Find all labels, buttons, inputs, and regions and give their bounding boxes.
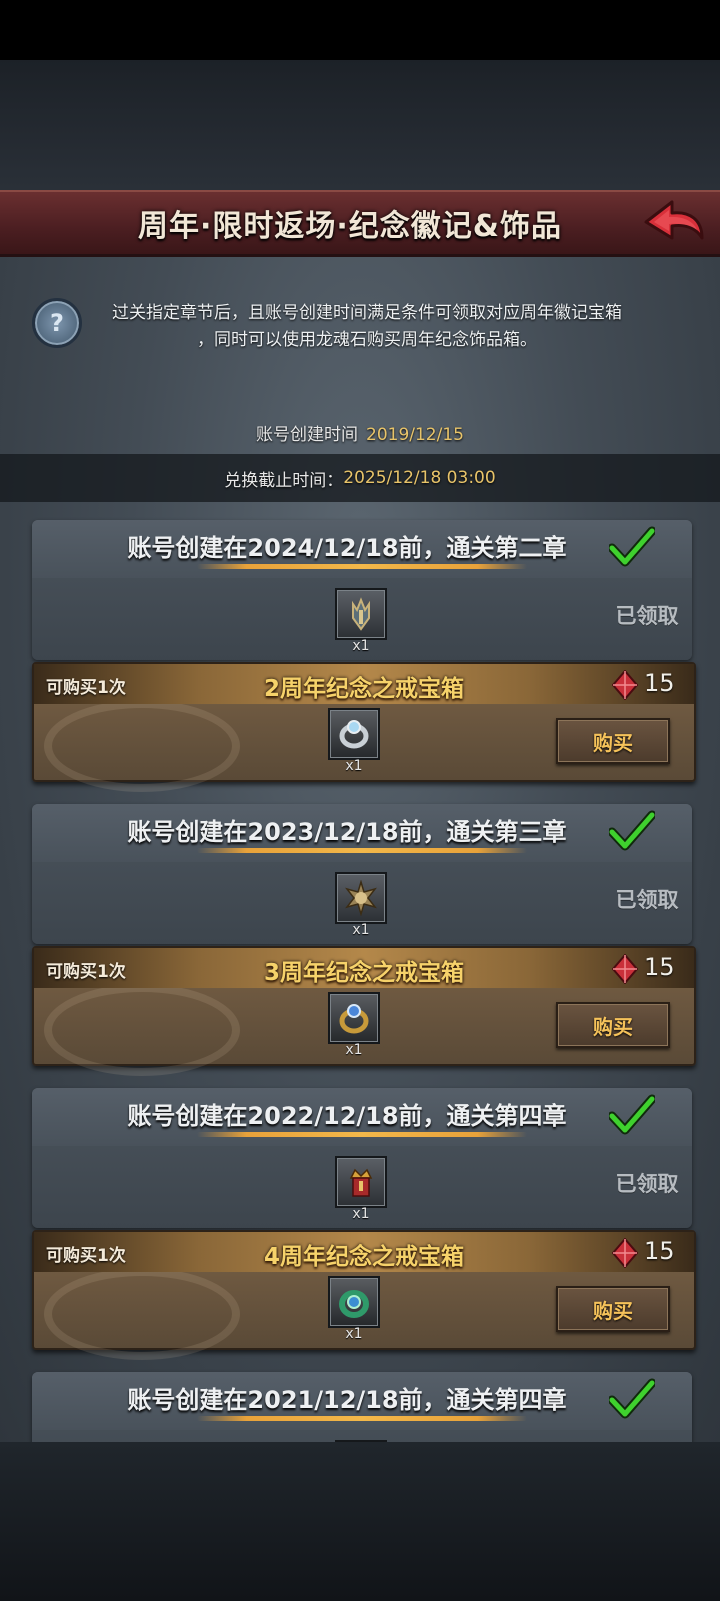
check-icon <box>609 526 655 567</box>
condition-header: 账号创建在2024/12/18前，通关第二章 <box>32 520 692 578</box>
deadline-value: 2025/12/18 03:00 <box>343 468 496 488</box>
condition-card: 账号创建在2021/12/18前，通关第四章 <box>32 1372 692 1442</box>
condition-card: 账号创建在2023/12/18前，通关第三章 x1 已领取 <box>32 804 692 944</box>
bottom-backdrop <box>0 1442 720 1601</box>
page-title: 周年·限时返场·纪念徽记&饰品 <box>138 209 562 244</box>
shop-card: 可购买1次 4周年纪念之戒宝箱 15 x1 购买 <box>32 1230 696 1360</box>
crown-emblem-icon[interactable] <box>335 1156 387 1208</box>
condition-card: 账号创建在2022/12/18前，通关第四章 x1 已领取 <box>32 1088 692 1228</box>
header-banner: 周年·限时返场·纪念徽记&饰品 <box>0 190 720 257</box>
price-value: 15 <box>644 1237 675 1265</box>
dragon-soul-gem-icon <box>612 670 638 700</box>
gold-ring-icon[interactable] <box>328 992 380 1044</box>
claimed-status: 已领取 <box>615 888 679 912</box>
shop-item-title: 4周年纪念之戒宝箱 <box>263 1244 464 1270</box>
check-icon <box>609 810 655 851</box>
condition-header: 账号创建在2021/12/18前，通关第四章 <box>32 1372 692 1430</box>
claimed-status: 已领取 <box>615 1172 679 1196</box>
condition-header: 账号创建在2023/12/18前，通关第三章 <box>32 804 692 862</box>
title-underline <box>197 848 527 853</box>
background-swirl <box>44 700 240 792</box>
shop-item-title: 2周年纪念之戒宝箱 <box>263 676 464 702</box>
create-time-label: 账号创建时间 <box>256 425 358 445</box>
item-quantity: x1 <box>352 922 370 938</box>
condition-title: 账号创建在2024/12/18前，通关第二章 <box>127 534 567 562</box>
claimed-status: 已领取 <box>615 604 679 628</box>
description-line-2: ，同时可以使用龙魂石购买周年纪念饰品箱。 <box>197 330 537 350</box>
trident-emblem-icon[interactable] <box>335 588 387 640</box>
dragon-soul-gem-icon <box>612 954 638 984</box>
background-swirl <box>44 1268 240 1360</box>
description-line-1: 过关指定章节后，且账号创建时间满足条件可领取对应周年徽记宝箱 <box>112 303 622 323</box>
item-quantity: x1 <box>345 1326 363 1342</box>
condition-title: 账号创建在2022/12/18前，通关第四章 <box>127 1102 567 1130</box>
check-icon <box>609 1094 655 1135</box>
shop-item-title: 3周年纪念之戒宝箱 <box>263 960 464 986</box>
dragon-soul-gem-icon <box>612 1238 638 1268</box>
condition-title: 账号创建在2021/12/18前，通关第四章 <box>127 1386 567 1414</box>
title-underline <box>197 564 527 569</box>
item-quantity: x1 <box>345 1042 363 1058</box>
buy-button[interactable]: 购买 <box>556 718 670 764</box>
price-value: 15 <box>644 953 675 981</box>
item-quantity: x1 <box>352 638 370 654</box>
back-arrow-icon[interactable] <box>642 198 706 248</box>
check-icon <box>609 1378 655 1419</box>
price-value: 15 <box>644 669 675 697</box>
title-underline <box>197 1132 527 1137</box>
condition-title: 账号创建在2023/12/18前，通关第三章 <box>127 818 567 846</box>
condition-card: 账号创建在2024/12/18前，通关第二章 x1 已领取 <box>32 520 692 660</box>
title-underline <box>197 1416 527 1421</box>
create-time-value: 2019/12/15 <box>366 425 464 445</box>
deadline-label: 兑换截止时间： <box>224 470 344 491</box>
anniversary-panel: 周年·限时返场·纪念徽记&饰品 ? 过关指定章节后，且账号创建时间满足条件可领取… <box>0 190 720 1442</box>
help-icon[interactable]: ? <box>32 298 82 348</box>
status-bar-area <box>0 0 720 60</box>
condition-header: 账号创建在2022/12/18前，通关第四章 <box>32 1088 692 1146</box>
account-create-time: 账号创建时间 2019/12/15 <box>0 420 720 445</box>
top-backdrop <box>0 60 720 190</box>
shop-card: 可购买1次 2周年纪念之戒宝箱 15 x1 购买 <box>32 662 696 792</box>
sun-emblem-icon[interactable] <box>335 872 387 924</box>
silver-ring-icon[interactable] <box>328 708 380 760</box>
shop-card: 可购买1次 3周年纪念之戒宝箱 15 x1 购买 <box>32 946 696 1076</box>
buy-button[interactable]: 购买 <box>556 1002 670 1048</box>
item-quantity: x1 <box>345 758 363 774</box>
deadline-bar: 兑换截止时间： 2025/12/18 03:00 <box>0 454 720 502</box>
background-swirl <box>44 984 240 1076</box>
item-quantity: x1 <box>352 1206 370 1222</box>
description: 过关指定章节后，且账号创建时间满足条件可领取对应周年徽记宝箱 ，同时可以使用龙魂… <box>82 300 652 354</box>
emerald-ring-icon[interactable] <box>328 1276 380 1328</box>
buy-button[interactable]: 购买 <box>556 1286 670 1332</box>
